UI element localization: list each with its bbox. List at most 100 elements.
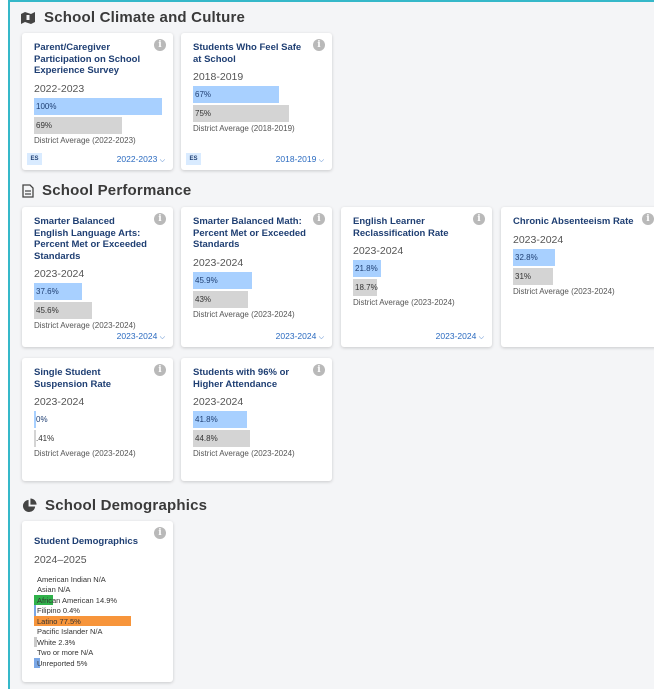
year-select-label: 2022-2023 [116,154,158,164]
school-bar-value: 0% [36,415,48,424]
school-bar: 0% [34,411,163,428]
district-bar: 31% [513,267,651,285]
demographics-card: i Student Demographics 2024–2025 America… [22,521,173,682]
metric-card-el-reclass: i English Learner Reclassification Rate … [341,207,492,347]
year-select[interactable]: 2023-2024 ⌵ [276,331,324,342]
card-footer: ES 2022-2023 ⌵ [27,151,165,165]
school-bar-value: 45.9% [195,275,218,285]
school-bar: 41.8% [193,411,322,428]
info-icon[interactable]: i [154,39,166,51]
info-icon[interactable]: i [642,213,654,225]
card-title: Students Who Feel Safe at School [193,42,302,65]
card-year: 2022-2023 [34,82,85,95]
info-icon[interactable]: i [313,213,325,225]
card-year: 2023-2024 [513,233,564,246]
metric-card-suspension: i Single Student Suspension Rate 2023-20… [22,358,173,481]
demographic-label: Pacific Islander N/A [37,627,103,636]
section-title-text: School Performance [42,182,192,199]
card-footer: 2023-2024 ⌵ [27,328,165,342]
year-select-label: 2023-2024 [275,331,317,341]
district-bar-value: 43% [195,294,212,304]
district-bar-value: 69% [36,120,53,130]
demographic-row: Unreported 5% [34,657,163,668]
demographic-label: American Indian N/A [37,574,106,584]
year-select[interactable]: 2023-2024 ⌵ [436,331,484,342]
section-title-performance: School Performance [22,182,191,199]
district-caption: District Average (2023-2024) [513,286,615,296]
demographic-row: African American 14.9% [34,594,163,605]
demographic-row: Two or more N/A [34,647,163,658]
metric-card-parent-participation: i Parent/Caregiver Participation on Scho… [22,33,173,170]
card-title: Smarter Balanced English Language Arts: … [34,216,147,262]
card-footer: ES 2018-2019 ⌵ [186,151,324,165]
document-icon [22,183,34,198]
demographic-label: African American 14.9% [37,595,118,605]
section-title-demographics: School Demographics [22,497,207,514]
school-map-icon [21,11,35,24]
school-bar-value: 67% [195,90,212,99]
year-select[interactable]: 2022-2023 ⌵ [117,154,165,165]
card-year: 2023-2024 [193,256,244,269]
card-year: 2023-2024 [193,396,244,408]
demographic-row: Filipino 0.4% [34,605,163,616]
card-title: English Learner Reclassification Rate [353,216,449,239]
info-icon[interactable]: i [313,364,325,376]
school-bar: 100% [34,97,163,115]
school-bar-value: 32.8% [515,252,538,262]
es-badge: ES [186,153,201,165]
district-bar-value: .41% [36,434,55,443]
info-icon[interactable]: i [154,213,166,225]
section-title-climate: School Climate and Culture [20,9,245,26]
pie-chart-icon [22,498,37,513]
metric-card-attendance: i Students with 96% or Higher Attendance… [181,358,332,481]
district-bar: 18.7% [353,279,482,296]
info-icon[interactable]: i [154,527,166,539]
info-icon[interactable]: i [154,364,166,376]
metric-card-sbac-math: i Smarter Balanced Math: Percent Met or … [181,207,332,347]
card-footer: 2023-2024 ⌵ [346,328,484,342]
metric-card-sbac-ela: i Smarter Balanced English Language Arts… [22,207,173,347]
demographic-label: Filipino 0.4% [37,606,80,615]
card-footer [186,462,324,476]
chevron-down-icon: ⌵ [478,334,484,341]
year-select-label: 2023-2024 [116,331,158,341]
chevron-down-icon: ⌵ [318,334,324,341]
district-bar-value: 18.7% [355,283,378,292]
demographic-label: Two or more N/A [37,648,94,657]
school-bar: 37.6% [34,283,163,300]
district-caption: District Average (2022-2023) [34,135,136,145]
card-footer [506,328,653,342]
district-bar: 69% [34,116,163,134]
school-bar: 45.9% [193,271,322,289]
demographic-label: White 2.3% [37,637,76,647]
section-title-text: School Climate and Culture [44,9,246,26]
district-bar: 75% [193,105,322,122]
chevron-down-icon: ⌵ [318,157,324,164]
chevron-down-icon: ⌵ [159,334,165,341]
info-icon[interactable]: i [313,39,325,51]
district-bar-value: 45.6% [36,306,59,315]
card-title: Smarter Balanced Math: Percent Met or Ex… [193,216,306,250]
demographic-label: Unreported 5% [37,658,88,668]
demographic-row: Pacific Islander N/A [34,626,163,637]
card-title: Students with 96% or Higher Attendance [193,367,290,390]
es-badge: ES [27,153,42,165]
year-select[interactable]: 2023-2024 ⌵ [117,331,165,342]
card-footer [27,462,165,476]
card-year: 2023-2024 [34,268,85,280]
demographic-row: White 2.3% [34,636,163,647]
district-caption: District Average (2018-2019) [193,124,295,133]
card-year: 2023-2024 [34,396,85,408]
school-bar-value: 100% [36,101,57,111]
district-bar-value: 44.8% [195,434,218,443]
school-bar: 32.8% [513,248,651,266]
card-title: Student Demographics [34,536,138,547]
demographic-bar [34,605,36,616]
demographic-label: Asian N/A [37,585,71,594]
year-select-label: 2023-2024 [435,331,477,341]
year-select[interactable]: 2018-2019 ⌵ [276,154,324,165]
info-icon[interactable]: i [473,213,485,225]
district-bar-value: 75% [195,109,212,118]
metric-card-chronic-absent: i Chronic Absenteeism Rate 2023-2024 32.… [501,207,654,347]
district-caption: District Average (2023-2024) [353,298,455,307]
